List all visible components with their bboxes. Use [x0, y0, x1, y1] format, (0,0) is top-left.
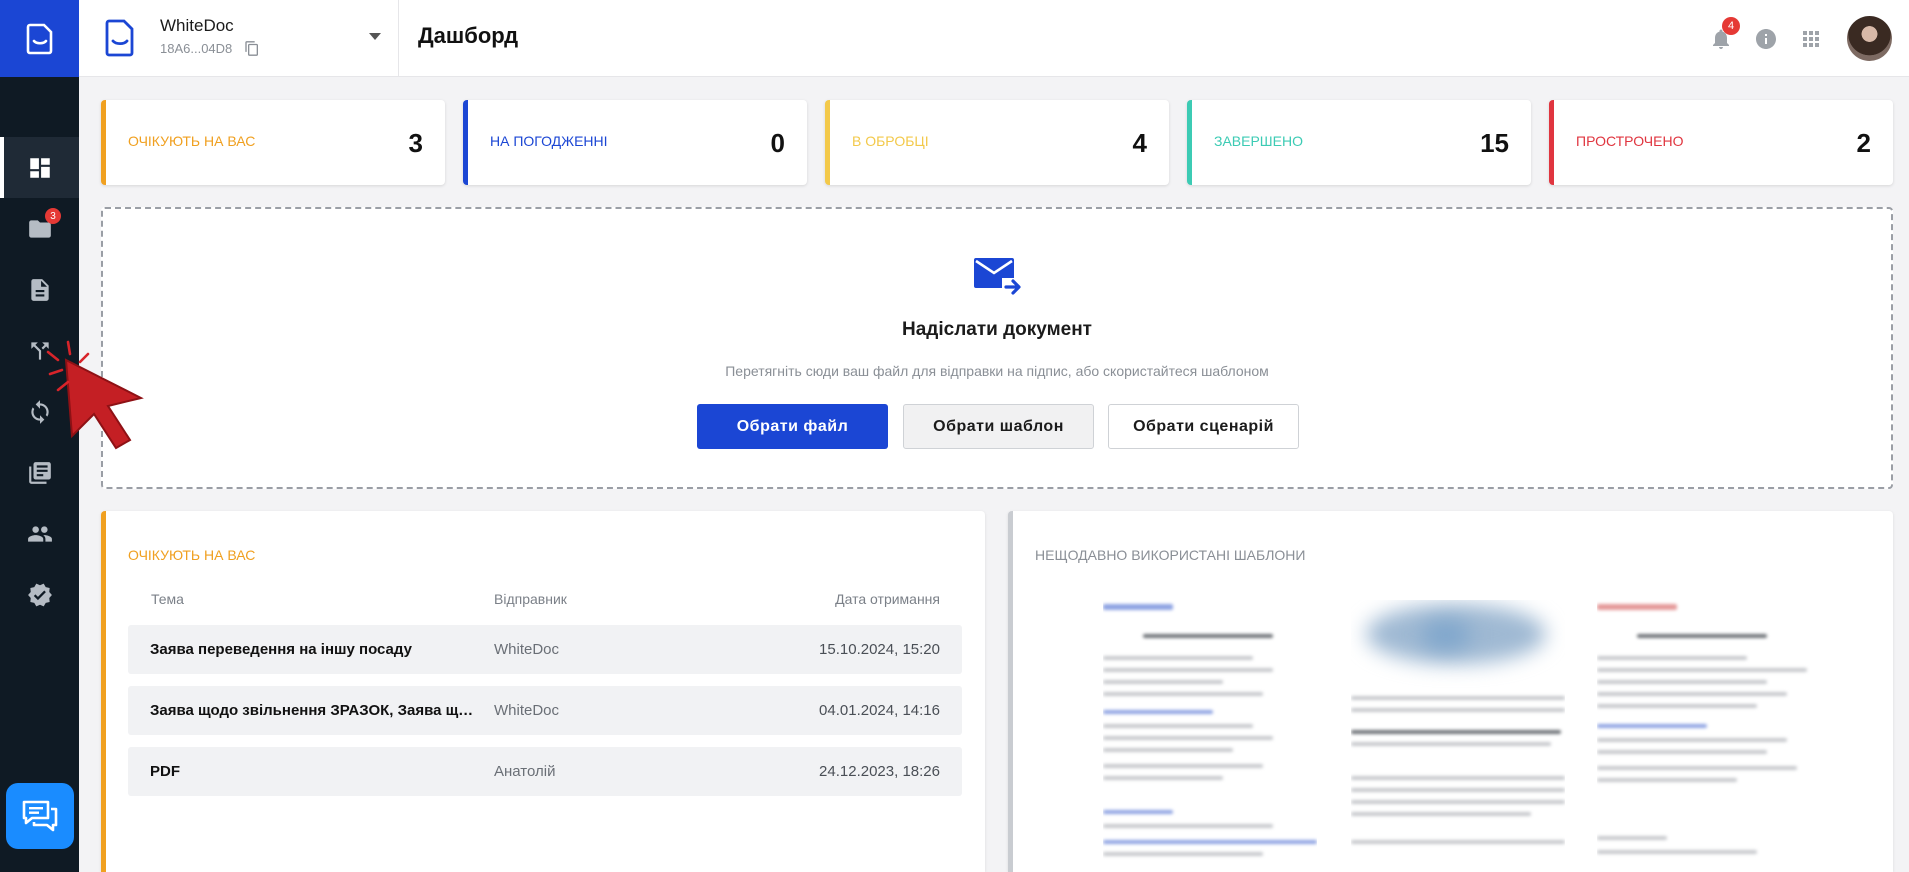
info-button[interactable] [1750, 23, 1782, 55]
app-logo[interactable] [0, 0, 79, 77]
table-row[interactable]: Заява щодо звільнення ЗРАЗОК, Заява щодо… [128, 686, 962, 735]
row-sender: WhiteDoc [494, 641, 560, 658]
folder-badge: 3 [45, 208, 61, 224]
stat-value: 15 [1480, 128, 1509, 158]
avatar[interactable] [1847, 16, 1892, 61]
verified-icon [27, 583, 52, 606]
sidebar-item-documents-folder[interactable]: 3 [0, 198, 79, 259]
stat-value: 4 [1132, 128, 1147, 158]
column-sender: Відправник [494, 591, 567, 607]
stat-label: ЗАВЕРШЕНО [1214, 133, 1303, 149]
whitedoc-logo-icon [26, 23, 52, 54]
library-icon [28, 461, 51, 484]
stat-card-completed[interactable]: ЗАВЕРШЕНО 15 [1187, 100, 1531, 185]
stat-card-overdue[interactable]: ПРОСТРОЧЕНО 2 [1549, 100, 1893, 185]
column-date: Дата отримання [835, 591, 940, 607]
chat-icon [22, 800, 58, 832]
copy-icon[interactable] [244, 40, 260, 57]
sidebar-item-dashboard[interactable] [0, 137, 79, 198]
choose-template-button[interactable]: Обрати шаблон [903, 404, 1094, 449]
pending-documents-panel: ОЧІКУЮТЬ НА ВАС Тема Відправник Дата отр… [101, 511, 985, 872]
row-subject: PDF [150, 763, 180, 780]
template-thumbnail[interactable] [1597, 600, 1811, 870]
page-title: Дашборд [418, 23, 519, 48]
top-bar: WhiteDoc 18A6...04D8 Дашборд 4 [79, 0, 1909, 77]
template-thumbnail[interactable] [1103, 600, 1317, 870]
row-date: 04.01.2024, 14:16 [819, 702, 940, 719]
choose-file-button[interactable]: Обрати файл [697, 404, 888, 449]
row-subject: Заява щодо звільнення ЗРАЗОК, Заява щодо… [150, 702, 475, 719]
stat-value: 2 [1856, 128, 1871, 158]
pending-panel-title: ОЧІКУЮТЬ НА ВАС [128, 547, 256, 563]
chevron-down-icon[interactable] [369, 33, 381, 40]
upload-dropzone[interactable]: Надіслати документ Перетягніть сюди ваш … [101, 207, 1893, 489]
notifications-button[interactable]: 4 [1705, 16, 1740, 55]
info-icon [1756, 28, 1776, 49]
stat-label: В ОБРОБЦІ [852, 133, 929, 149]
table-row[interactable]: Заява переведення на іншу посаду WhiteDo… [128, 625, 962, 674]
users-icon [27, 525, 52, 542]
send-mail-icon [974, 258, 1021, 295]
chat-button[interactable] [6, 783, 74, 849]
row-subject: Заява переведення на іншу посаду [150, 641, 412, 658]
stat-label: ОЧІКУЮТЬ НА ВАС [128, 133, 256, 149]
org-id: 18A6...04D8 [160, 40, 260, 57]
notifications-badge: 4 [1722, 16, 1740, 35]
sidebar-item-document[interactable] [0, 259, 79, 320]
upload-title: Надіслати документ [902, 319, 1092, 340]
stat-card-approval[interactable]: НА ПОГОДЖЕННІ 0 [463, 100, 807, 185]
row-date: 24.12.2023, 18:26 [819, 763, 940, 780]
sidebar-item-library[interactable] [0, 442, 79, 503]
column-subject: Тема [151, 591, 184, 607]
table-row[interactable]: PDF Анатолій 24.12.2023, 18:26 [128, 747, 962, 796]
templates-panel-title: НЕЩОДАВНО ВИКОРИСТАНІ ШАБЛОНИ [1035, 547, 1306, 563]
template-thumbnail[interactable] [1351, 600, 1565, 870]
apps-button[interactable] [1795, 23, 1827, 55]
top-icons: 4 [1705, 0, 1909, 77]
stat-card-awaiting[interactable]: ОЧІКУЮТЬ НА ВАС 3 [101, 100, 445, 185]
recent-templates-panel: НЕЩОДАВНО ВИКОРИСТАНІ ШАБЛОНИ [1008, 511, 1893, 872]
org-switcher[interactable]: WhiteDoc 18A6...04D8 [79, 0, 399, 77]
upload-subtitle: Перетягніть сюди ваш файл для відправки … [725, 363, 1269, 379]
choose-scenario-button[interactable]: Обрати сценарій [1108, 404, 1299, 449]
row-date: 15.10.2024, 15:20 [819, 641, 940, 658]
dashboard-icon [29, 157, 50, 178]
stat-value: 0 [770, 128, 785, 158]
stat-value: 3 [408, 128, 423, 158]
row-sender: Анатолій [494, 763, 556, 780]
stat-label: ПРОСТРОЧЕНО [1576, 133, 1684, 149]
org-name: WhiteDoc [160, 16, 234, 35]
pointer-arrow-icon [46, 340, 144, 450]
document-icon [30, 278, 49, 301]
row-sender: WhiteDoc [494, 702, 560, 719]
stat-label: НА ПОГОДЖЕННІ [490, 133, 608, 149]
sidebar-item-users[interactable] [0, 503, 79, 564]
stat-card-processing[interactable]: В ОБРОБЦІ 4 [825, 100, 1169, 185]
sidebar-item-verified[interactable] [0, 564, 79, 625]
apps-grid-icon [1803, 30, 1819, 47]
org-logo-icon [105, 19, 134, 57]
org-id-text: 18A6...04D8 [160, 41, 233, 56]
